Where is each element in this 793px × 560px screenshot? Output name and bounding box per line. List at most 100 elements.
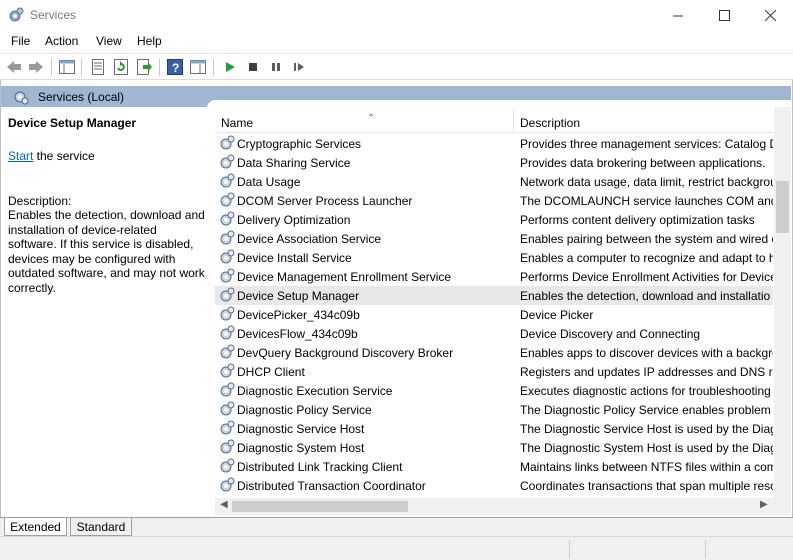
resume-service-icon	[294, 63, 304, 71]
menu-action[interactable]: Action	[45, 34, 78, 48]
service-gear-icon	[219, 401, 235, 417]
service-description-cell: Enables a computer to recognize and adap…	[520, 251, 773, 265]
service-description-cell: Network data usage, data limit, restrict…	[520, 175, 773, 189]
start-service-suffix: the service	[33, 149, 95, 163]
tab-standard[interactable]: Standard	[70, 518, 132, 536]
menu-help[interactable]: Help	[137, 34, 162, 48]
service-row[interactable]: Data Usage Network data usage, data limit…	[215, 172, 773, 191]
close-button[interactable]	[747, 0, 793, 31]
service-description-cell: Registers and updates IP addresses and D…	[520, 365, 773, 379]
service-name: Diagnostic Execution Service	[237, 384, 393, 398]
pause-service-icon	[272, 63, 280, 71]
start-service-button[interactable]	[221, 59, 239, 75]
service-row[interactable]: Diagnostic Execution Service Executes dia…	[215, 381, 773, 400]
show-hide-console-tree-icon	[59, 60, 75, 74]
resume-service-button[interactable]	[290, 59, 308, 75]
service-row[interactable]: Device Management Enrollment Service Perf…	[215, 267, 773, 286]
service-name: Device Install Service	[237, 251, 352, 265]
service-gear-icon	[219, 287, 235, 303]
service-gear-icon	[219, 420, 235, 436]
service-row[interactable]: DevicesFlow_434c09b Device Discovery and …	[215, 324, 773, 343]
service-gear-icon	[219, 458, 235, 474]
service-description-cell: The DCOMLAUNCH service launches COM and	[520, 194, 773, 208]
service-gear-icon	[219, 344, 235, 360]
show-action-pane-button[interactable]	[189, 59, 207, 75]
help-button[interactable]: ?	[166, 59, 184, 75]
service-gear-icon	[219, 135, 235, 151]
service-gear-icon	[219, 268, 235, 284]
column-header-description[interactable]: Description	[520, 116, 580, 130]
scroll-left-icon[interactable]: ◀	[220, 499, 228, 510]
status-bar	[0, 536, 793, 560]
scope-label: Services (Local)	[38, 90, 125, 104]
service-row[interactable]: Device Install Service Enables a computer…	[215, 248, 773, 267]
selected-service-title: Device Setup Manager	[8, 116, 137, 130]
service-name: Device Management Enrollment Service	[237, 270, 452, 284]
service-description-cell: Device Discovery and Connecting	[520, 327, 701, 341]
service-row[interactable]: Delivery Optimization Performs content de…	[215, 210, 773, 229]
services-icon	[14, 91, 29, 105]
service-row[interactable]: DevQuery Background Discovery Broker Enab…	[215, 343, 773, 362]
menu-file[interactable]: File	[11, 34, 30, 48]
service-description-cell: Provides data brokering between applicat…	[520, 156, 766, 170]
scroll-right-icon[interactable]: ▶	[760, 499, 768, 510]
menu-bar: File Action View Help	[0, 31, 793, 53]
service-row[interactable]: Device Association Service Enables pairin…	[215, 229, 773, 248]
toolbar: ?	[0, 53, 793, 80]
service-row[interactable]: DHCP Client Registers and updates IP addr…	[215, 362, 773, 381]
pause-service-button[interactable]	[267, 59, 285, 75]
service-row[interactable]: Distributed Link Tracking Client Maintain…	[215, 457, 773, 476]
start-service-icon	[226, 62, 235, 72]
service-description-cell: Performs content delivery optimization t…	[520, 213, 755, 227]
service-row[interactable]: DevicePicker_434c09b Device Picker	[215, 305, 773, 324]
maximize-button[interactable]	[701, 0, 747, 31]
service-name: DHCP Client	[237, 365, 305, 379]
minimize-icon	[672, 15, 683, 17]
service-row[interactable]: Device Setup Manager Enables the detectio…	[215, 286, 773, 305]
service-row[interactable]: Distributed Transaction Coordinator Coord…	[215, 476, 773, 495]
export-list-button[interactable]	[135, 59, 153, 75]
maximize-icon	[718, 10, 730, 21]
service-name: Delivery Optimization	[237, 213, 351, 227]
service-description-cell: Device Picker	[520, 308, 594, 322]
column-header-name[interactable]: Name	[221, 116, 253, 130]
horizontal-scroll-thumb[interactable]	[232, 501, 408, 512]
details-pane: Device Setup Manager Start the service D…	[1, 107, 207, 517]
horizontal-scrollbar[interactable]: ◀ ▶	[215, 498, 774, 515]
stop-service-button[interactable]	[244, 59, 262, 75]
service-name: Diagnostic Service Host	[237, 422, 365, 436]
service-description-cell: The Diagnostic Service Host is used by t…	[520, 422, 773, 436]
start-service-link[interactable]: Start	[8, 149, 33, 163]
service-description-cell: The Diagnostic Policy Service enables pr…	[520, 403, 773, 417]
column-header-row: ⌃ Name Description	[215, 109, 775, 133]
properties-icon	[92, 59, 104, 75]
vertical-scrollbar[interactable]	[774, 107, 791, 498]
service-row[interactable]: Diagnostic System Host The Diagnostic Sys…	[215, 438, 773, 457]
service-name: Diagnostic System Host	[237, 441, 365, 455]
service-row[interactable]: Diagnostic Policy Service The Diagnostic …	[215, 400, 773, 419]
properties-button[interactable]	[89, 59, 107, 75]
service-row[interactable]: Cryptographic Services Provides three man…	[215, 134, 773, 153]
forward-button[interactable]	[27, 59, 45, 75]
service-row[interactable]: Data Sharing Service Provides data broker…	[215, 153, 773, 172]
minimize-button[interactable]	[655, 0, 701, 31]
service-gear-icon	[219, 382, 235, 398]
service-row[interactable]: Diagnostic Service Host The Diagnostic Se…	[215, 419, 773, 438]
tab-extended[interactable]: Extended	[4, 518, 67, 536]
show-hide-console-tree-button[interactable]	[58, 59, 76, 75]
toolbar-separator	[159, 59, 160, 76]
services-list: Cryptographic Services Provides three man…	[215, 134, 773, 496]
service-row[interactable]: DCOM Server Process Launcher The DCOMLAUN…	[215, 191, 773, 210]
vertical-scroll-thumb[interactable]	[776, 181, 789, 233]
refresh-button[interactable]	[112, 59, 130, 75]
service-name: Diagnostic Policy Service	[237, 403, 372, 417]
back-button[interactable]	[5, 59, 23, 75]
service-name: Data Usage	[237, 175, 301, 189]
service-description-cell: Coordinates transactions that span multi…	[520, 479, 773, 493]
column-divider[interactable]	[513, 110, 514, 132]
menu-view[interactable]: View	[96, 34, 122, 48]
service-gear-icon	[219, 363, 235, 379]
export-list-icon	[137, 59, 152, 75]
description-label: Description:	[8, 194, 72, 208]
start-service-line: Start the service	[8, 149, 95, 163]
